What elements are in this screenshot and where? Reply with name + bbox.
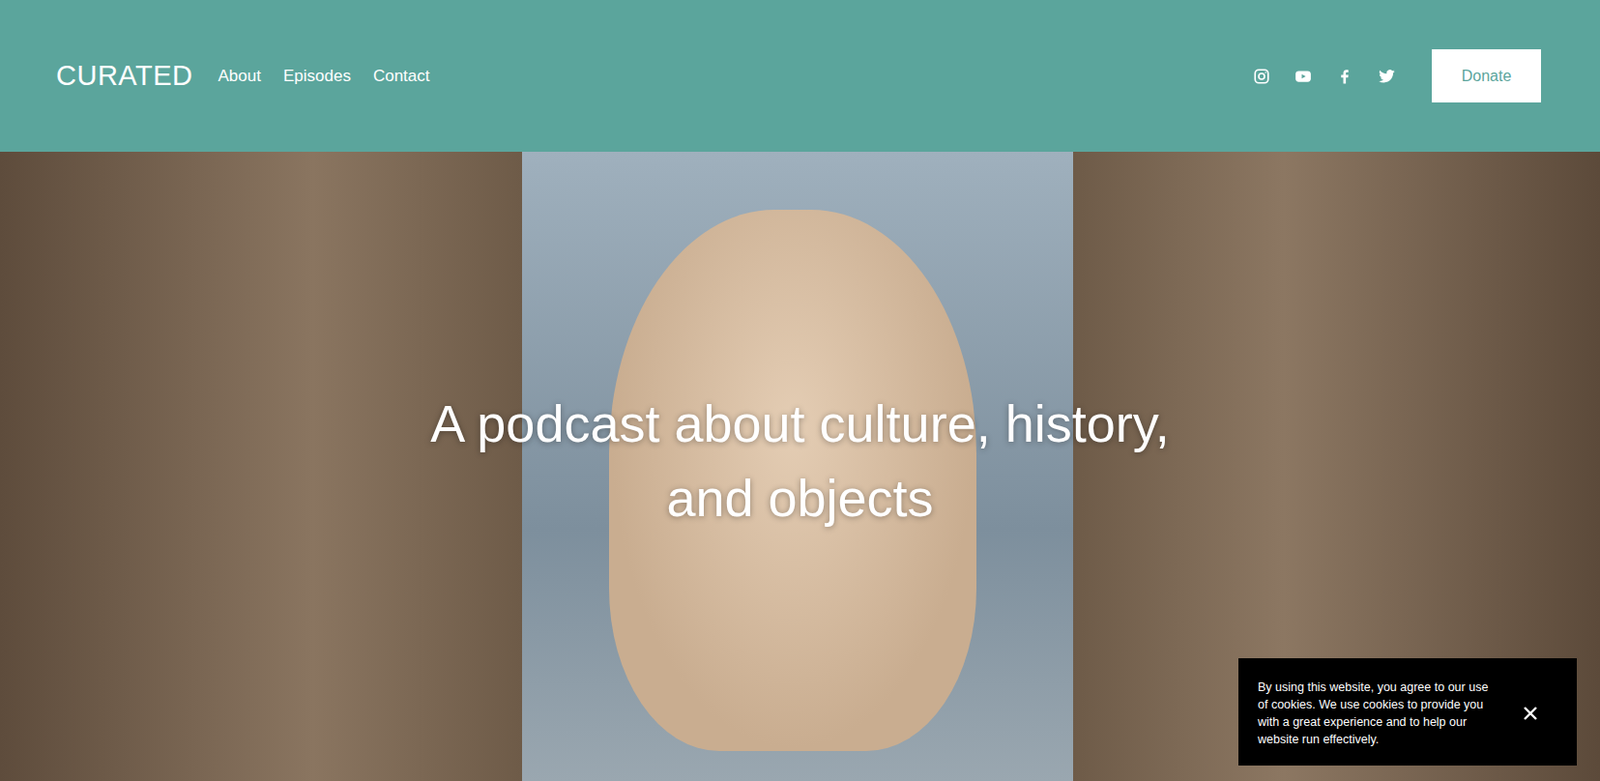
cookie-banner: By using this website, you agree to our … bbox=[1238, 658, 1577, 766]
close-icon bbox=[1522, 705, 1539, 722]
donate-button[interactable]: Donate bbox=[1431, 49, 1542, 103]
close-button[interactable] bbox=[1518, 701, 1542, 726]
social-links bbox=[1251, 66, 1397, 87]
nav-link[interactable]: Contact bbox=[373, 66, 431, 87]
instagram-icon bbox=[1252, 67, 1271, 86]
social-link[interactable] bbox=[1376, 66, 1397, 87]
nav-link[interactable]: About bbox=[218, 66, 262, 87]
page: CURATED About Episodes Contact Donate A po… bbox=[0, 0, 1600, 781]
cookie-text: By using this website, you agree to our … bbox=[1257, 678, 1500, 749]
youtube-icon bbox=[1293, 67, 1313, 86]
twitter-icon bbox=[1377, 67, 1397, 86]
social-link[interactable] bbox=[1335, 66, 1355, 87]
brand-logo[interactable]: CURATED bbox=[56, 59, 194, 92]
social-link[interactable] bbox=[1251, 66, 1272, 87]
site-header: CURATED About Episodes Contact Donate bbox=[0, 0, 1600, 152]
social-link[interactable] bbox=[1293, 66, 1313, 87]
main-nav: About Episodes Contact bbox=[218, 66, 431, 87]
facebook-icon bbox=[1336, 67, 1354, 86]
hero-title: A podcast about culture, history,and obj… bbox=[0, 386, 1600, 536]
nav-link[interactable]: Episodes bbox=[283, 66, 351, 87]
